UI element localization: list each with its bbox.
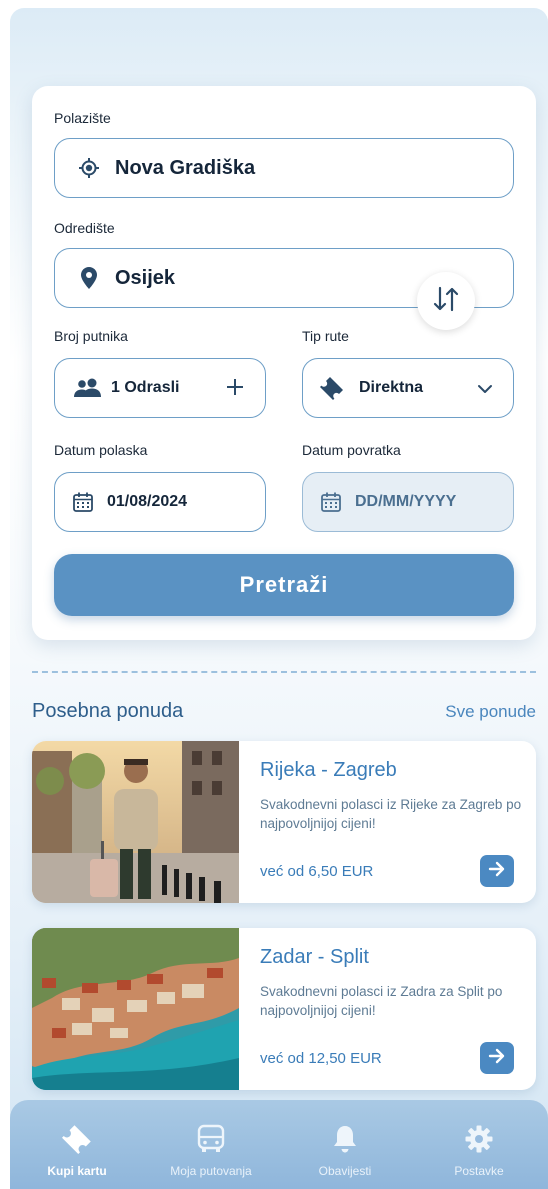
- offer-open-button[interactable]: [480, 855, 514, 887]
- origin-label: Polazište: [54, 110, 111, 126]
- departure-date-value: 01/08/2024: [107, 493, 188, 510]
- return-date-field[interactable]: DD/MM/YYYY: [302, 472, 514, 532]
- calendar-icon: [319, 491, 343, 513]
- bell-icon: [332, 1122, 358, 1156]
- offer-title: Rijeka - Zagreb: [260, 759, 397, 781]
- search-form-card: Polazište Nova Gradiška Odredište Osijek…: [32, 86, 536, 640]
- route-type-label: Tip rute: [302, 328, 349, 344]
- return-date-placeholder: DD/MM/YYYY: [355, 493, 457, 510]
- passengers-label: Broj putnika: [54, 328, 128, 344]
- ticket-icon: [319, 376, 345, 400]
- origin-field[interactable]: Nova Gradiška: [54, 138, 514, 198]
- swap-arrows-icon: [431, 284, 461, 319]
- chevron-down-icon: [477, 381, 493, 399]
- offer-photo-traveler: [32, 741, 239, 903]
- offer-title: Zadar - Split: [260, 946, 369, 968]
- arrow-right-icon: [488, 1048, 506, 1069]
- departure-label: Datum polaska: [54, 442, 148, 458]
- gear-icon: [464, 1122, 494, 1156]
- app-screen: Polazište Nova Gradiška Odredište Osijek…: [10, 8, 548, 1189]
- tab-notifications[interactable]: Obavijesti: [278, 1100, 412, 1189]
- offer-open-button[interactable]: [480, 1042, 514, 1074]
- bus-icon: [197, 1122, 225, 1156]
- tab-my-trips[interactable]: Moja putovanja: [144, 1100, 278, 1189]
- return-label: Datum povratka: [302, 442, 401, 458]
- special-offers-title: Posebna ponuda: [32, 700, 184, 722]
- section-divider: [32, 671, 536, 673]
- tab-label: Moja putovanja: [170, 1164, 252, 1178]
- tab-label: Postavke: [454, 1164, 504, 1178]
- add-passenger-plus-icon[interactable]: [225, 377, 245, 402]
- departure-date-field[interactable]: 01/08/2024: [54, 472, 266, 532]
- passengers-field[interactable]: 1 Odrasli: [54, 358, 266, 418]
- offer-price: već od 12,50 EUR: [260, 1050, 382, 1067]
- route-type-value: Direktna: [359, 379, 424, 396]
- passengers-value: 1 Odrasli: [111, 379, 180, 396]
- offer-card[interactable]: Rijeka - Zagreb Svakodnevni polasci iz R…: [32, 741, 536, 903]
- route-type-select[interactable]: Direktna: [302, 358, 514, 418]
- origin-value: Nova Gradiška: [115, 156, 256, 179]
- offer-price: već od 6,50 EUR: [260, 863, 374, 880]
- destination-value: Osijek: [115, 266, 176, 289]
- offer-description: Svakodnevni polasci iz Rijeke za Zagreb …: [260, 797, 522, 831]
- swap-route-button[interactable]: [417, 272, 475, 330]
- destination-label: Odredište: [54, 220, 115, 236]
- tab-buy-ticket[interactable]: Kupi kartu: [10, 1100, 144, 1189]
- calendar-icon: [71, 491, 95, 513]
- location-target-icon: [77, 157, 101, 179]
- tab-label: Kupi kartu: [47, 1164, 107, 1178]
- location-pin-icon: [79, 267, 99, 289]
- see-all-offers-link[interactable]: Sve ponude: [445, 702, 536, 722]
- tab-label: Obavijesti: [318, 1164, 372, 1178]
- ticket-icon: [62, 1122, 92, 1156]
- offer-card[interactable]: Zadar - Split Svakodnevni polasci iz Zad…: [32, 928, 536, 1090]
- bottom-tab-bar: Kupi kartu Moja putovanja Obavijesti Pos…: [10, 1100, 548, 1189]
- search-button[interactable]: Pretraži: [54, 554, 514, 616]
- tab-settings[interactable]: Postavke: [412, 1100, 546, 1189]
- offer-description: Svakodnevni polasci iz Zadra za Split po…: [260, 984, 503, 1018]
- users-icon: [73, 378, 103, 398]
- arrow-right-icon: [488, 861, 506, 882]
- offer-photo-coastal-town: [32, 928, 239, 1090]
